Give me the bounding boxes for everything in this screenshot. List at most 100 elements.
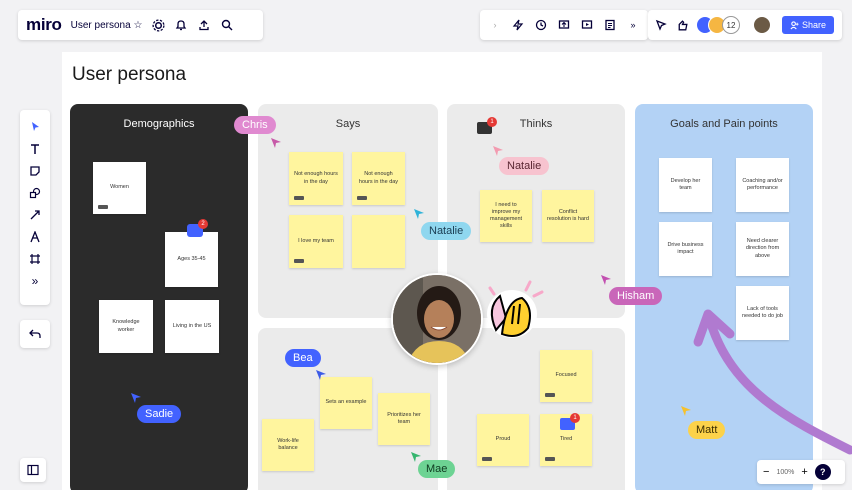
share-label: Share [802, 20, 827, 30]
board-canvas[interactable]: User persona Demographics Says Thinks Go… [0, 0, 852, 490]
sticky-note[interactable]: Prioritizes her team [378, 393, 430, 445]
notes-icon[interactable] [603, 18, 617, 32]
undo-button[interactable] [20, 320, 50, 348]
add-user-icon [790, 20, 799, 29]
zoom-controls: − 100% + ? [757, 460, 845, 484]
sticky-note[interactable]: Knowledge worker [99, 300, 153, 353]
cursor-label-hisham: Hisham [609, 287, 663, 305]
sticky-note[interactable]: Not enough hours in the day [289, 152, 343, 205]
left-toolbar: » [20, 110, 50, 305]
cursor-label-mae: Mae [418, 460, 456, 478]
sticky-note[interactable]: Need clearer direction from above [736, 222, 789, 276]
cursor-arrow-icon [316, 370, 326, 380]
tag-icon [294, 196, 304, 200]
select-cursor-icon[interactable] [25, 118, 45, 136]
settings-icon[interactable] [151, 18, 165, 32]
column-feels [447, 328, 625, 490]
column-title-thinks: Thinks [519, 118, 553, 130]
sticky-text: Develop her team [670, 177, 701, 191]
more-chevron-icon[interactable]: » [626, 18, 640, 32]
sticky-text: Prioritizes her team [387, 411, 421, 425]
cursor-label-natalie: Natalie [499, 157, 550, 175]
sticky-text: Ages 35-45 [177, 255, 206, 262]
comment-icon[interactable]: 2 [187, 219, 208, 237]
chevron-right-icon[interactable]: › [488, 18, 502, 32]
extra-collaborators-count: 12 [722, 16, 740, 34]
help-button[interactable]: ? [814, 464, 831, 480]
comment-count-badge: 1 [570, 413, 580, 423]
lightning-icon[interactable] [511, 18, 525, 32]
sticky-note[interactable]: Women [93, 162, 146, 214]
frame-title: User persona [72, 64, 187, 85]
search-icon[interactable] [220, 18, 234, 32]
zoom-level[interactable]: 100% [776, 469, 794, 476]
connector-tool-icon[interactable] [25, 206, 45, 224]
column-title-demographics: Demographics [123, 118, 195, 130]
sticky-text: Focused [555, 372, 577, 379]
tag-icon [294, 259, 304, 263]
persona-photo[interactable] [391, 273, 483, 365]
sticky-text: I love my team [298, 237, 334, 244]
pen-tool-icon[interactable] [25, 228, 45, 246]
zoom-in-button[interactable]: + [801, 466, 807, 478]
sticky-text: Work-life balance [277, 437, 299, 451]
tag-icon [482, 457, 492, 461]
comment-count-badge: 2 [198, 219, 208, 229]
share-button[interactable]: Share [782, 16, 835, 34]
comment-icon[interactable]: 1 [477, 117, 497, 134]
more-tools-icon[interactable]: » [25, 272, 45, 290]
bell-icon[interactable] [174, 18, 188, 32]
sticky-text: Tired [559, 436, 573, 443]
cursor-arrow-icon [601, 275, 611, 285]
tag-icon [357, 196, 367, 200]
upload-icon[interactable] [197, 18, 211, 32]
sticky-note[interactable]: Living in the US [165, 300, 219, 353]
cursor-toggle-icon[interactable] [654, 18, 668, 32]
board-panel-button[interactable] [20, 458, 46, 482]
sticky-text: Need clearer direction from above [745, 238, 780, 259]
tag-icon [545, 457, 555, 461]
sticky-note[interactable]: I need to improve my management skills [480, 190, 532, 242]
sticky-note[interactable]: Focused [540, 350, 592, 402]
sticky-note[interactable]: I love my team [289, 215, 343, 268]
frame-tool-icon[interactable] [25, 250, 45, 268]
sticky-text: Proud [495, 436, 511, 443]
cursor-arrow-icon [414, 209, 424, 219]
sticky-note[interactable]: Conflict resolution is hard [542, 190, 594, 242]
sticky-note[interactable]: Ages 35-45 [165, 232, 218, 287]
sticky-note[interactable]: Not enough hours in the day [352, 152, 405, 205]
shapes-tool-icon[interactable] [25, 184, 45, 202]
current-user-avatar[interactable] [753, 16, 771, 34]
cursor-arrow-icon [131, 393, 141, 403]
reaction-icon[interactable] [675, 18, 689, 32]
sticky-note[interactable]: Work-life balance [262, 419, 314, 471]
cursor-label-bea: Bea [285, 349, 321, 367]
avatar-stack[interactable]: 12 [696, 16, 740, 34]
sticky-note[interactable]: Coaching and/or performance [736, 158, 789, 212]
comment-icon[interactable]: 1 [560, 413, 580, 430]
sticky-text: Living in the US [172, 322, 212, 329]
miro-logo[interactable]: miro [26, 15, 62, 35]
text-tool-icon[interactable] [25, 140, 45, 158]
timer-icon[interactable] [534, 18, 548, 32]
board-name[interactable]: User persona ☆ [71, 20, 143, 31]
sticky-note[interactable]: Develop her team [659, 158, 712, 212]
collaboration-toolbar: › » [480, 10, 648, 40]
sticky-text: Coaching and/or performance [742, 177, 783, 191]
sticky-text: Knowledge worker [112, 319, 140, 333]
sticky-text: Conflict resolution is hard [547, 208, 589, 222]
sticky-note[interactable]: Sets an example [320, 377, 372, 429]
sticky-note[interactable]: Proud [477, 414, 529, 466]
sticky-text: Not enough hours in the day [358, 171, 399, 185]
sticky-note-empty[interactable] [352, 215, 405, 268]
sticky-note[interactable]: Drive business impact [659, 222, 712, 276]
zoom-out-button[interactable]: − [763, 466, 769, 478]
sticky-text: I need to improve my management skills [489, 201, 523, 230]
collaborators-bar: 12 Share [648, 10, 842, 40]
present-icon[interactable] [580, 18, 594, 32]
sticky-text: Sets an example [325, 399, 367, 406]
clapping-hands-sticker[interactable] [476, 278, 546, 346]
sticky-note-tool-icon[interactable] [25, 162, 45, 180]
screen-share-icon[interactable] [557, 18, 571, 32]
sticky-text: Drive business impact [667, 241, 704, 255]
